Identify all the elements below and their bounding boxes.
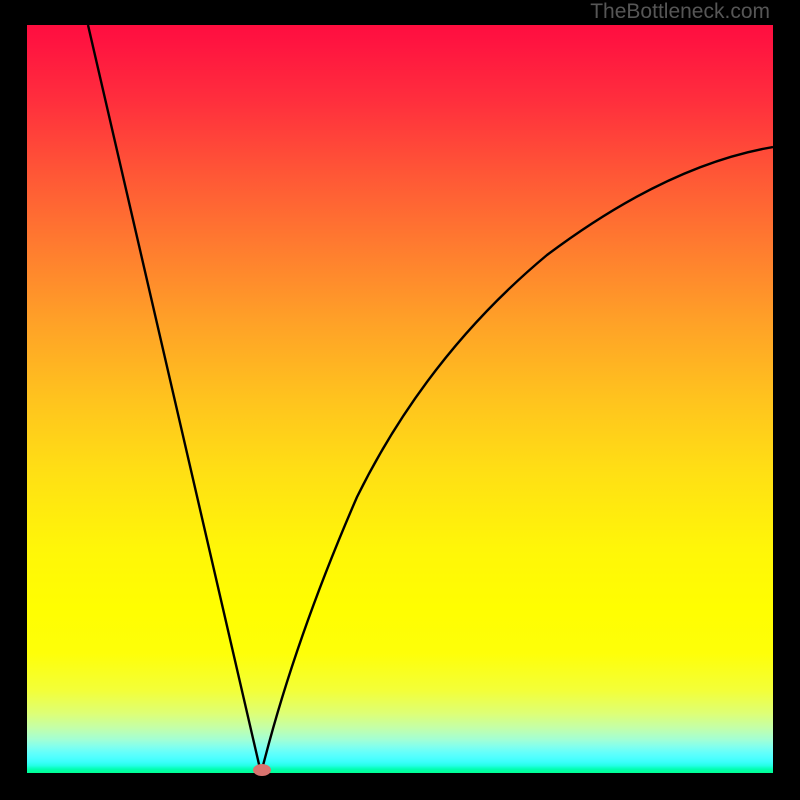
gradient-background — [27, 25, 773, 773]
watermark-text: TheBottleneck.com — [590, 0, 770, 24]
chart-plot-area — [27, 25, 773, 773]
vertex-marker — [253, 764, 271, 776]
